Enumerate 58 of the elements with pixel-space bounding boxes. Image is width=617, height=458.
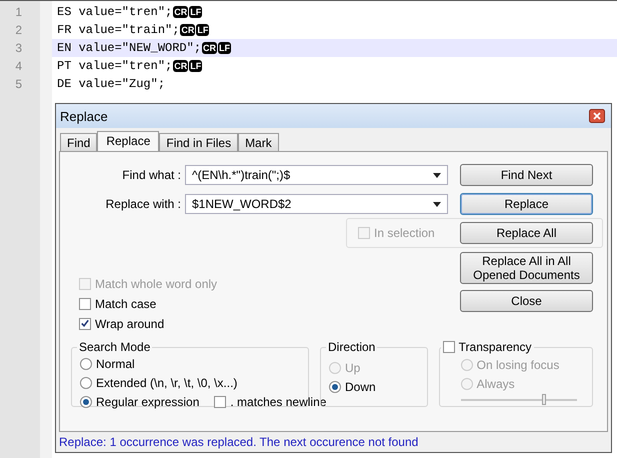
checkbox-label: Wrap around [95, 316, 164, 330]
checkbox-label: Transparency [458, 340, 532, 354]
checkbox-label: . matches newline [230, 394, 326, 408]
group-title: Direction [326, 340, 378, 354]
radio-label: Normal [96, 356, 135, 370]
eol-marker: LF [189, 60, 202, 72]
checkbox[interactable] [79, 298, 91, 310]
line-number: 1 [14, 5, 22, 19]
checkbox-label: Match whole word only [95, 276, 218, 290]
radio-button[interactable] [80, 358, 92, 370]
line-number: 5 [14, 77, 22, 91]
code-line: ES value="tren"; [57, 5, 172, 19]
combo-field[interactable]: ^(EN\h.*")train(";)$ [185, 165, 448, 185]
close-icon[interactable] [589, 109, 605, 123]
dropdown-arrow-icon[interactable] [433, 202, 441, 206]
eol-marker: CR [173, 60, 188, 72]
dropdown-arrow-icon[interactable] [433, 172, 441, 178]
tab[interactable]: Replace [97, 131, 160, 151]
radio-button[interactable] [329, 380, 341, 392]
eol-marker: LF [196, 24, 210, 36]
line-number: 3 [14, 41, 22, 55]
field-label: Find what : [122, 168, 181, 182]
checkbox[interactable] [442, 341, 455, 353]
dialog-button[interactable]: Replace [460, 193, 593, 215]
dialog-button[interactable]: Replace All [460, 222, 593, 244]
checkbox-label: In selection [374, 226, 435, 240]
code-line: FR value="train"; [57, 23, 180, 37]
combo-field[interactable]: $1NEW_WORD$2 [185, 194, 448, 214]
eol-marker: CR [173, 6, 188, 18]
radio-label: Always [476, 376, 515, 390]
code-line: DE value="Zug"; [57, 77, 166, 91]
line-number: 4 [14, 59, 22, 73]
radio-button[interactable] [80, 396, 92, 408]
code-line: PT value="tren"; [57, 59, 172, 73]
radio-label: Extended (\n, \r, \t, \0, \x...) [96, 376, 238, 390]
dialog-button[interactable]: Find Next [460, 164, 593, 186]
checkbox[interactable] [214, 396, 226, 408]
radio-label: Up [345, 360, 360, 374]
radio-label: Regular expression [96, 394, 200, 408]
window-title: Replace [60, 108, 108, 124]
tab[interactable]: Find in Files [159, 133, 238, 151]
eol-marker: CR [180, 24, 196, 36]
checkbox-label: Match case [95, 296, 156, 310]
radio-button[interactable] [80, 376, 92, 388]
tab[interactable]: Mark [238, 133, 279, 151]
radio-label: On losing focus [476, 358, 560, 372]
radio-label: Down [345, 380, 376, 394]
dialog-button[interactable]: Replace All in All Opened Documents [460, 252, 593, 284]
dialog-button[interactable]: Close [460, 290, 593, 312]
field-label: Replace with : [106, 197, 181, 211]
line-number: 2 [14, 23, 22, 37]
tab[interactable]: Find [60, 133, 98, 151]
eol-marker: LF [218, 42, 232, 54]
eol-marker: LF [189, 6, 202, 18]
code-line: EN value="NEW_WORD"; [57, 41, 202, 55]
eol-marker: CR [202, 42, 218, 54]
group-title: Search Mode [77, 340, 152, 354]
checkbox[interactable] [79, 318, 91, 330]
